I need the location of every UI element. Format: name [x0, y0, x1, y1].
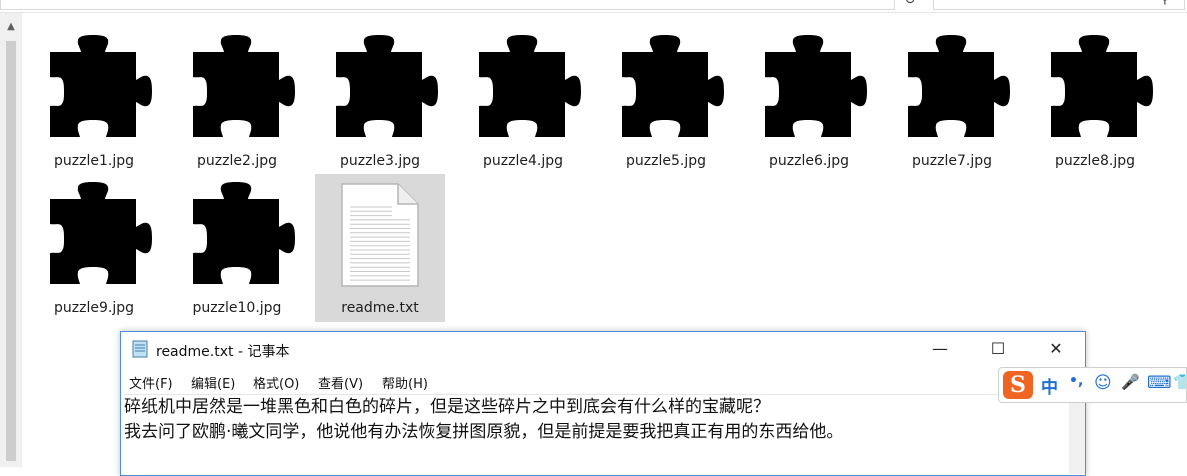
file-thumbnail: [765, 35, 867, 137]
minimize-button[interactable]: —: [911, 332, 969, 366]
puzzle-thumbnail-icon: [622, 35, 724, 137]
address-dropdown-icon[interactable]: ⌵: [881, 0, 889, 3]
file-name: puzzle4.jpg: [483, 153, 563, 169]
puzzle-thumbnail-icon: [193, 35, 295, 137]
notepad-title-bar[interactable]: readme.txt - 记事本 — ☐ ✕: [121, 332, 1085, 368]
explorer-toolbar: ⌵ ↻ ⚲: [0, 0, 1187, 13]
notepad-title: readme.txt - 记事本: [156, 344, 290, 360]
file-thumbnail: [479, 35, 581, 137]
maximize-button[interactable]: ☐: [969, 332, 1027, 366]
ime-keyboard-icon[interactable]: ⌨: [1147, 373, 1172, 393]
file-item-text[interactable]: readme.txt: [315, 174, 445, 322]
file-name: readme.txt: [341, 300, 419, 316]
file-item-image[interactable]: puzzle4.jpg: [458, 27, 588, 175]
file-item-image[interactable]: puzzle2.jpg: [172, 27, 302, 175]
file-item-image[interactable]: puzzle9.jpg: [29, 174, 159, 322]
file-thumbnail: [908, 35, 1010, 137]
ime-voice-icon[interactable]: 🎤: [1121, 373, 1140, 391]
puzzle-thumbnail-icon: [1051, 35, 1153, 137]
ime-chinese-mode[interactable]: 中: [1041, 373, 1058, 398]
menu-edit[interactable]: 编辑(E): [191, 373, 235, 392]
file-item-image[interactable]: puzzle8.jpg: [1030, 27, 1160, 175]
ime-punctuation-icon[interactable]: •,: [1069, 373, 1083, 389]
address-bar[interactable]: [0, 0, 895, 10]
puzzle-thumbnail-icon: [765, 35, 867, 137]
puzzle-thumbnail-icon: [193, 182, 295, 284]
menu-file[interactable]: 文件(F): [129, 373, 173, 392]
file-name: puzzle2.jpg: [197, 153, 277, 169]
file-item-image[interactable]: puzzle6.jpg: [744, 27, 874, 175]
file-name: puzzle7.jpg: [912, 153, 992, 169]
file-name: puzzle1.jpg: [54, 153, 134, 169]
puzzle-thumbnail-icon: [336, 35, 438, 137]
notepad-window: readme.txt - 记事本 — ☐ ✕ 文件(F) 编辑(E) 格式(O)…: [120, 331, 1086, 476]
puzzle-thumbnail-icon: [50, 35, 152, 137]
sogou-logo-icon[interactable]: S: [1003, 371, 1033, 399]
file-item-image[interactable]: puzzle7.jpg: [887, 27, 1017, 175]
ime-toolbar: S 中 •, ☺ 🎤 ⌨ 👕: [998, 367, 1187, 403]
puzzle-thumbnail-icon: [479, 35, 581, 137]
explorer-scrollbar[interactable]: ▲: [0, 13, 22, 467]
ime-skin-icon[interactable]: 👕: [1173, 373, 1187, 391]
scroll-up-icon[interactable]: ▲: [0, 19, 22, 35]
file-thumbnail: [50, 35, 152, 137]
notepad-menu-bar: 文件(F) 编辑(E) 格式(O) 查看(V) 帮助(H): [121, 370, 1085, 394]
search-icon[interactable]: ⚲: [1160, 0, 1170, 7]
refresh-icon[interactable]: ↻: [901, 0, 919, 9]
file-thumbnail: [50, 182, 152, 284]
file-item-image[interactable]: puzzle1.jpg: [29, 27, 159, 175]
file-thumbnail: [336, 35, 438, 137]
file-item-image[interactable]: puzzle10.jpg: [172, 174, 302, 322]
file-item-image[interactable]: puzzle3.jpg: [315, 27, 445, 175]
notepad-app-icon: [132, 340, 148, 358]
ime-emoji-icon[interactable]: ☺: [1094, 373, 1112, 393]
search-input[interactable]: [933, 0, 1185, 10]
file-thumbnail: [193, 35, 295, 137]
file-name: puzzle6.jpg: [769, 153, 849, 169]
file-thumbnail: [1051, 35, 1153, 137]
file-name: puzzle3.jpg: [340, 153, 420, 169]
file-name: puzzle8.jpg: [1055, 153, 1135, 169]
notepad-scrollbar[interactable]: [1069, 394, 1085, 474]
scrollbar-thumb[interactable]: [6, 41, 16, 461]
file-name: puzzle9.jpg: [54, 300, 134, 316]
file-thumbnail: [622, 35, 724, 137]
file-thumbnail: [193, 182, 295, 284]
text-line-2: 我去问了欧鹏·曦文同学，他说他有办法恢复拼图原貌，但是前提是要我把真正有用的东西…: [124, 422, 844, 442]
menu-view[interactable]: 查看(V): [318, 373, 363, 392]
file-name: puzzle10.jpg: [192, 300, 282, 316]
file-item-image[interactable]: puzzle5.jpg: [601, 27, 731, 175]
close-button[interactable]: ✕: [1027, 332, 1085, 366]
puzzle-thumbnail-icon: [908, 35, 1010, 137]
menu-help[interactable]: 帮助(H): [382, 373, 428, 392]
file-name: puzzle5.jpg: [626, 153, 706, 169]
notepad-text-area[interactable]: 碎纸机中居然是一堆黑色和白色的碎片，但是这些碎片之中到底会有什么样的宝藏呢？ 我…: [124, 394, 1079, 475]
text-file-icon: [341, 183, 419, 287]
text-line-1: 碎纸机中居然是一堆黑色和白色的碎片，但是这些碎片之中到底会有什么样的宝藏呢？: [124, 397, 770, 417]
menu-format[interactable]: 格式(O): [253, 373, 299, 392]
puzzle-thumbnail-icon: [50, 182, 152, 284]
